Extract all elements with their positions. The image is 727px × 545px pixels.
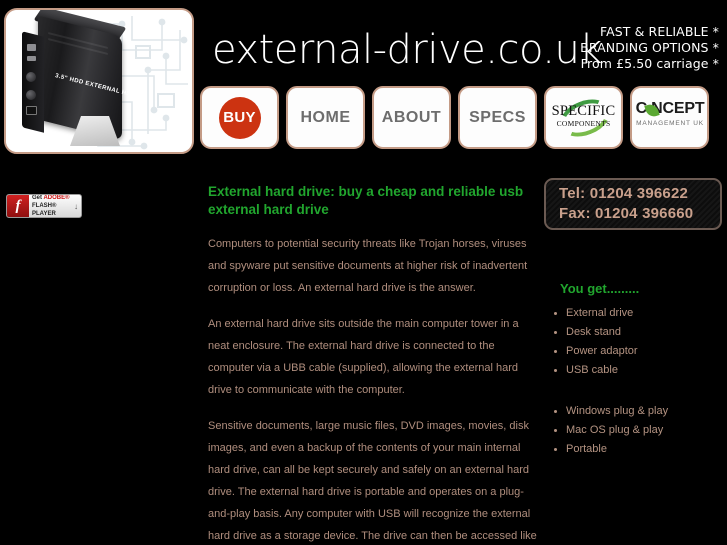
content-paragraph-3: Sensitive documents, large music files, … (208, 420, 537, 542)
fan-vent (26, 90, 36, 100)
site-title: external-drive.co.uk (212, 27, 602, 73)
page-root: 3.5" HDD EXTERNAL HD external-drive.co.u… (0, 0, 727, 545)
list-item: USB cable (548, 361, 722, 380)
specific-components-sub-text: COMPONENTS (556, 118, 611, 128)
header-tagline: FAST & RELIABLE * BRANDING OPTIONS * Fro… (580, 24, 719, 72)
list-item: Portable (548, 440, 722, 459)
list-item: Power adaptor (548, 342, 722, 361)
buy-badge-icon: BUY (218, 96, 261, 139)
flash-player-icon: f (7, 195, 29, 217)
content-paragraph-2: An external hard drive sits outside the … (208, 318, 519, 396)
nav-specs-label: SPECS (469, 108, 526, 126)
flash-adobe-word: ADOBE® (43, 195, 70, 201)
product-image-panel: 3.5" HDD EXTERNAL HD (4, 8, 194, 154)
list-item: External drive (548, 304, 722, 323)
flash-f-glyph: f (15, 197, 21, 214)
main-content: External hard drive: buy a cheap and rel… (208, 183, 538, 545)
flash-badge-text: Get ADOBE® FLASH® PLAYER (29, 195, 74, 217)
usb-port (27, 44, 36, 51)
nav-button-about[interactable]: ABOUT (372, 86, 451, 149)
you-get-list-secondary: Windows plug & play Mac OS plug & play P… (548, 402, 722, 459)
power-switch (26, 106, 37, 115)
nav-buy-label: BUY (223, 109, 256, 126)
nav-about-label: ABOUT (381, 108, 442, 126)
fax-number: Fax: 01204 396660 (559, 205, 694, 222)
download-arrow-icon: ↓ (74, 201, 78, 211)
you-get-list-primary: External drive Desk stand Power adaptor … (548, 304, 722, 380)
nav-button-home[interactable]: HOME (286, 86, 365, 149)
contact-details-box: Tel: 01204 396622 Fax: 01204 396660 (544, 178, 722, 230)
main-navigation: BUY HOME ABOUT SPECS SPECIFIC COMPONENTS (200, 86, 724, 149)
flash-badge-line-2: FLASH® PLAYER (32, 203, 57, 217)
list-item: Mac OS plug & play (548, 421, 722, 440)
tagline-line-3: From £5.50 carriage * (580, 56, 719, 71)
reflection-fade-overlay (544, 231, 722, 265)
concept-management-logo: C NCEPT MANAGEMENT UK (632, 98, 707, 138)
telephone-number: Tel: 01204 396622 (559, 185, 689, 202)
concept-management-main-text: C NCEPT (635, 99, 705, 117)
list-item: Windows plug & play (548, 402, 722, 421)
site-header: 3.5" HDD EXTERNAL HD external-drive.co.u… (0, 0, 727, 165)
sidebar-right: Tel: 01204 396622 Fax: 01204 396660 Tel:… (544, 178, 722, 459)
tagline-line-2: BRANDING OPTIONS * (580, 40, 719, 55)
you-get-heading: You get......... (560, 281, 640, 296)
specific-components-main-text: SPECIFIC (551, 102, 616, 119)
esata-port (27, 56, 36, 61)
hard-drive-photo: 3.5" HDD EXTERNAL HD (20, 10, 132, 146)
flash-badge-line-1: Get ADOBE® (32, 195, 74, 202)
tagline-line-1: FAST & RELIABLE * (599, 24, 719, 39)
nav-button-concept-management[interactable]: C NCEPT MANAGEMENT UK (630, 86, 709, 149)
content-paragraph-1: Computers to potential security threats … (208, 238, 528, 294)
nav-button-buy[interactable]: BUY (200, 86, 279, 149)
concept-management-sub-text: MANAGEMENT UK (636, 119, 704, 127)
page-title: External hard drive: buy a cheap and rel… (208, 184, 524, 217)
nav-home-label: HOME (300, 108, 351, 126)
nav-button-specific-components[interactable]: SPECIFIC COMPONENTS (544, 86, 623, 149)
contact-box-reflection: Tel: 01204 396622 Fax: 01204 396660 (544, 231, 722, 265)
power-connector (26, 72, 36, 82)
flash-get-word: Get (32, 195, 44, 201)
specific-components-logo: SPECIFIC COMPONENTS (547, 91, 621, 144)
get-adobe-flash-player-button[interactable]: f Get ADOBE® FLASH® PLAYER ↓ (6, 194, 82, 218)
list-item: Desk stand (548, 323, 722, 342)
nav-button-specs[interactable]: SPECS (458, 86, 537, 149)
